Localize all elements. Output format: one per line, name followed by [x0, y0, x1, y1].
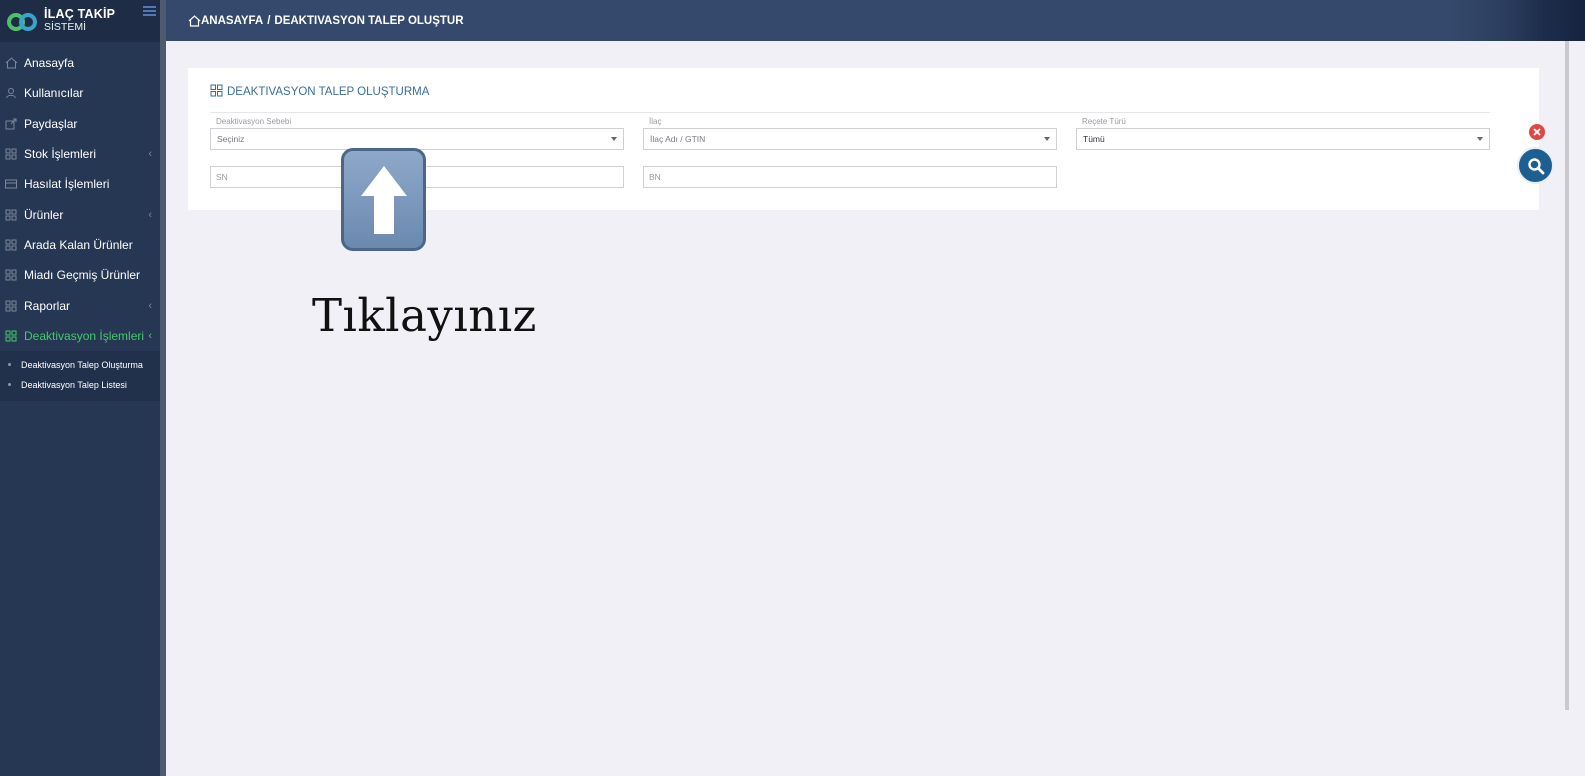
- drug-select[interactable]: İlaç Adı / GTIN: [643, 128, 1057, 150]
- grid-icon: [4, 268, 18, 282]
- sidebar: İLAÇ TAKİP SİSTEMİ Anasayfa Kullanıcılar…: [0, 0, 162, 776]
- close-icon: [1533, 128, 1541, 136]
- sn-placeholder: SN: [216, 172, 228, 182]
- dropdown-arrow-icon: [1044, 137, 1050, 141]
- sidebar-item-label: Ürünler: [24, 207, 64, 222]
- panel-title-text: DEAKTIVASYON TALEP OLUŞTURMA: [227, 86, 430, 98]
- share-icon: [4, 117, 18, 131]
- sidebar-item-raporlar[interactable]: Raporlar ‹: [0, 290, 162, 320]
- sidebar-item-label: Stok İşlemleri: [24, 147, 97, 162]
- click-hint-text: Tıklayınız: [312, 289, 537, 342]
- grid-icon: [4, 299, 18, 313]
- chevron-left-icon: ‹: [148, 148, 152, 161]
- sidebar-item-label: Anasayfa: [24, 56, 75, 71]
- grid-icon: [4, 238, 18, 252]
- sidebar-item-label: Paydaşlar: [24, 116, 78, 131]
- panel-title: DEAKTIVASYON TALEP OLUŞTURMA: [210, 84, 429, 100]
- sidebar-item-label: Kullanıcılar: [24, 86, 84, 101]
- home-icon: [188, 14, 201, 27]
- prescription-type-select[interactable]: Tümü: [1076, 128, 1490, 150]
- deactivation-reason-select[interactable]: Seçiniz: [210, 128, 624, 150]
- breadcrumb-current: DEAKTIVASYON TALEP OLUŞTUR: [274, 14, 464, 27]
- deactivation-reason-value: Seçiniz: [217, 134, 245, 144]
- submenu-item-label: Deaktivasyon Talep Oluşturma: [21, 359, 143, 370]
- submenu-item-label: Deaktivasyon Talep Listesi: [21, 379, 127, 390]
- prescription-type-label: Reçete Türü: [1082, 117, 1126, 126]
- sidebar-item-anasayfa[interactable]: Anasayfa: [0, 48, 162, 78]
- breadcrumb: ANASAYFA / DEAKTIVASYON TALEP OLUŞTUR: [188, 15, 464, 27]
- sidebar-item-label: Arada Kalan Ürünler: [24, 237, 133, 252]
- grid-icon: [4, 208, 18, 222]
- chevron-left-icon: ‹: [148, 299, 152, 312]
- user-icon: [4, 86, 18, 100]
- bullet-icon: [8, 363, 11, 367]
- sidebar-item-label: Miadı Geçmiş Ürünler: [24, 268, 141, 283]
- drug-label: İlaç: [649, 117, 662, 126]
- home-icon: [4, 56, 18, 70]
- prescription-type-value: Tümü: [1083, 134, 1105, 144]
- menu-toggle-icon[interactable]: [143, 6, 156, 16]
- submenu-item-talep-olusturma[interactable]: Deaktivasyon Talep Oluşturma: [0, 355, 162, 375]
- panel-divider: [210, 112, 1490, 113]
- grid-icon: [4, 147, 18, 161]
- chevron-left-icon: ‹: [148, 329, 152, 342]
- sidebar-item-hasilat-islemleri[interactable]: Hasılat İşlemleri: [0, 169, 162, 199]
- sidebar-item-urunler[interactable]: Ürünler ‹: [0, 199, 162, 229]
- card-icon: [4, 177, 18, 191]
- page-scrollbar[interactable]: [1565, 41, 1569, 710]
- bn-placeholder: BN: [649, 172, 661, 182]
- grid-icon: [210, 84, 223, 100]
- breadcrumb-home-link[interactable]: ANASAYFA: [188, 15, 263, 27]
- topbar: ANASAYFA / DEAKTIVASYON TALEP OLUŞTUR: [166, 0, 1585, 41]
- deaktivasyon-submenu: Deaktivasyon Talep Oluşturma Deaktivasyo…: [0, 350, 162, 401]
- brand-subtitle: SİSTEMİ: [44, 21, 87, 33]
- clear-button[interactable]: [1529, 124, 1545, 140]
- submenu-item-talep-listesi[interactable]: Deaktivasyon Talep Listesi: [0, 375, 162, 395]
- sidebar-item-kullanicilar[interactable]: Kullanıcılar: [0, 78, 162, 108]
- dropdown-arrow-icon: [1477, 137, 1483, 141]
- bn-input[interactable]: BN: [643, 166, 1057, 188]
- up-arrow-icon: [341, 148, 426, 251]
- brand-title: İLAÇ TAKİP: [44, 7, 116, 21]
- sidebar-item-stok-islemleri[interactable]: Stok İşlemleri ‹: [0, 139, 162, 169]
- deactivation-reason-label: Deaktivasyon Sebebi: [216, 117, 292, 126]
- brand-logo-icon: [6, 8, 38, 34]
- sidebar-item-paydaslar[interactable]: Paydaşlar: [0, 109, 162, 139]
- sidebar-item-miadi-gecmis-urunler[interactable]: Miadı Geçmiş Ürünler: [0, 260, 162, 290]
- sidebar-item-label: Deaktivasyon İşlemleri: [24, 328, 145, 343]
- sidebar-scrollbar[interactable]: [160, 0, 166, 776]
- sidebar-item-deaktivasyon-islemleri[interactable]: Deaktivasyon İşlemleri ‹: [0, 321, 162, 351]
- dropdown-arrow-icon: [611, 137, 617, 141]
- search-icon: [1527, 157, 1544, 174]
- topbar-user-area: [1450, 0, 1585, 41]
- sidebar-menu: Anasayfa Kullanıcılar Paydaşlar Stok İşl…: [0, 42, 162, 351]
- breadcrumb-separator: /: [267, 14, 271, 27]
- sidebar-item-label: Raporlar: [24, 298, 71, 313]
- chevron-left-icon: ‹: [148, 208, 152, 221]
- bullet-icon: [8, 383, 11, 387]
- breadcrumb-home-label: ANASAYFA: [201, 14, 264, 27]
- drug-value: İlaç Adı / GTIN: [650, 134, 706, 144]
- sidebar-item-label: Hasılat İşlemleri: [24, 177, 110, 192]
- search-button[interactable]: [1517, 147, 1554, 184]
- grid-icon: [4, 329, 18, 343]
- sidebar-item-arada-kalan-urunler[interactable]: Arada Kalan Ürünler: [0, 230, 162, 260]
- brand[interactable]: İLAÇ TAKİP SİSTEMİ: [0, 0, 162, 42]
